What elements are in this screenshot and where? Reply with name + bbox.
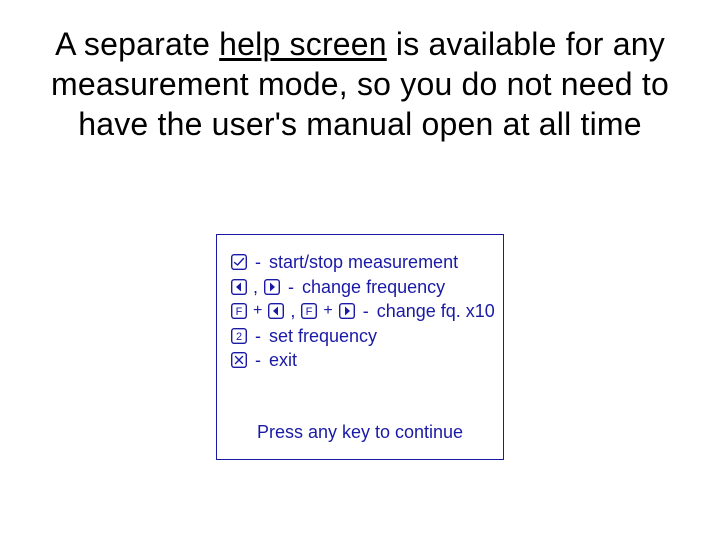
comma: , [253,276,258,299]
svg-text:2: 2 [236,331,242,343]
dash: - [363,300,369,323]
slide: A separate help screen is available for … [0,0,720,540]
plus: + [323,301,332,321]
dash: - [255,349,261,372]
help-row-text: set frequency [269,325,377,348]
title-underlined: help screen [219,26,387,62]
comma: , [290,300,295,323]
slide-title: A separate help screen is available for … [40,24,680,144]
svg-text:F: F [306,306,313,318]
f-key-icon: F [301,303,317,319]
help-row-text: change fq. x10 [377,300,495,323]
dash: - [255,325,261,348]
arrow-right-key-icon [339,303,355,319]
help-list: - start/stop measurement , - change freq… [231,251,493,374]
help-row-text: start/stop measurement [269,251,458,274]
help-row-text: exit [269,349,297,372]
arrow-left-key-icon [268,303,284,319]
plus: + [253,301,262,321]
svg-text:F: F [236,306,243,318]
help-panel: - start/stop measurement , - change freq… [216,234,504,460]
help-row-exit: - exit [231,349,493,372]
title-pre: A separate [55,26,219,62]
x-key-icon [231,352,247,368]
arrow-left-key-icon [231,279,247,295]
two-key-icon: 2 [231,328,247,344]
help-row-text: change frequency [302,276,445,299]
check-key-icon [231,254,247,270]
help-row-start-stop: - start/stop measurement [231,251,493,274]
dash: - [255,251,261,274]
dash: - [288,276,294,299]
help-row-change-freq-x10: F + , F + - change fq. x10 [231,300,493,323]
f-key-icon: F [231,303,247,319]
help-footer: Press any key to continue [217,422,503,443]
help-row-change-freq: , - change frequency [231,276,493,299]
arrow-right-key-icon [264,279,280,295]
help-row-set-freq: 2 - set frequency [231,325,493,348]
